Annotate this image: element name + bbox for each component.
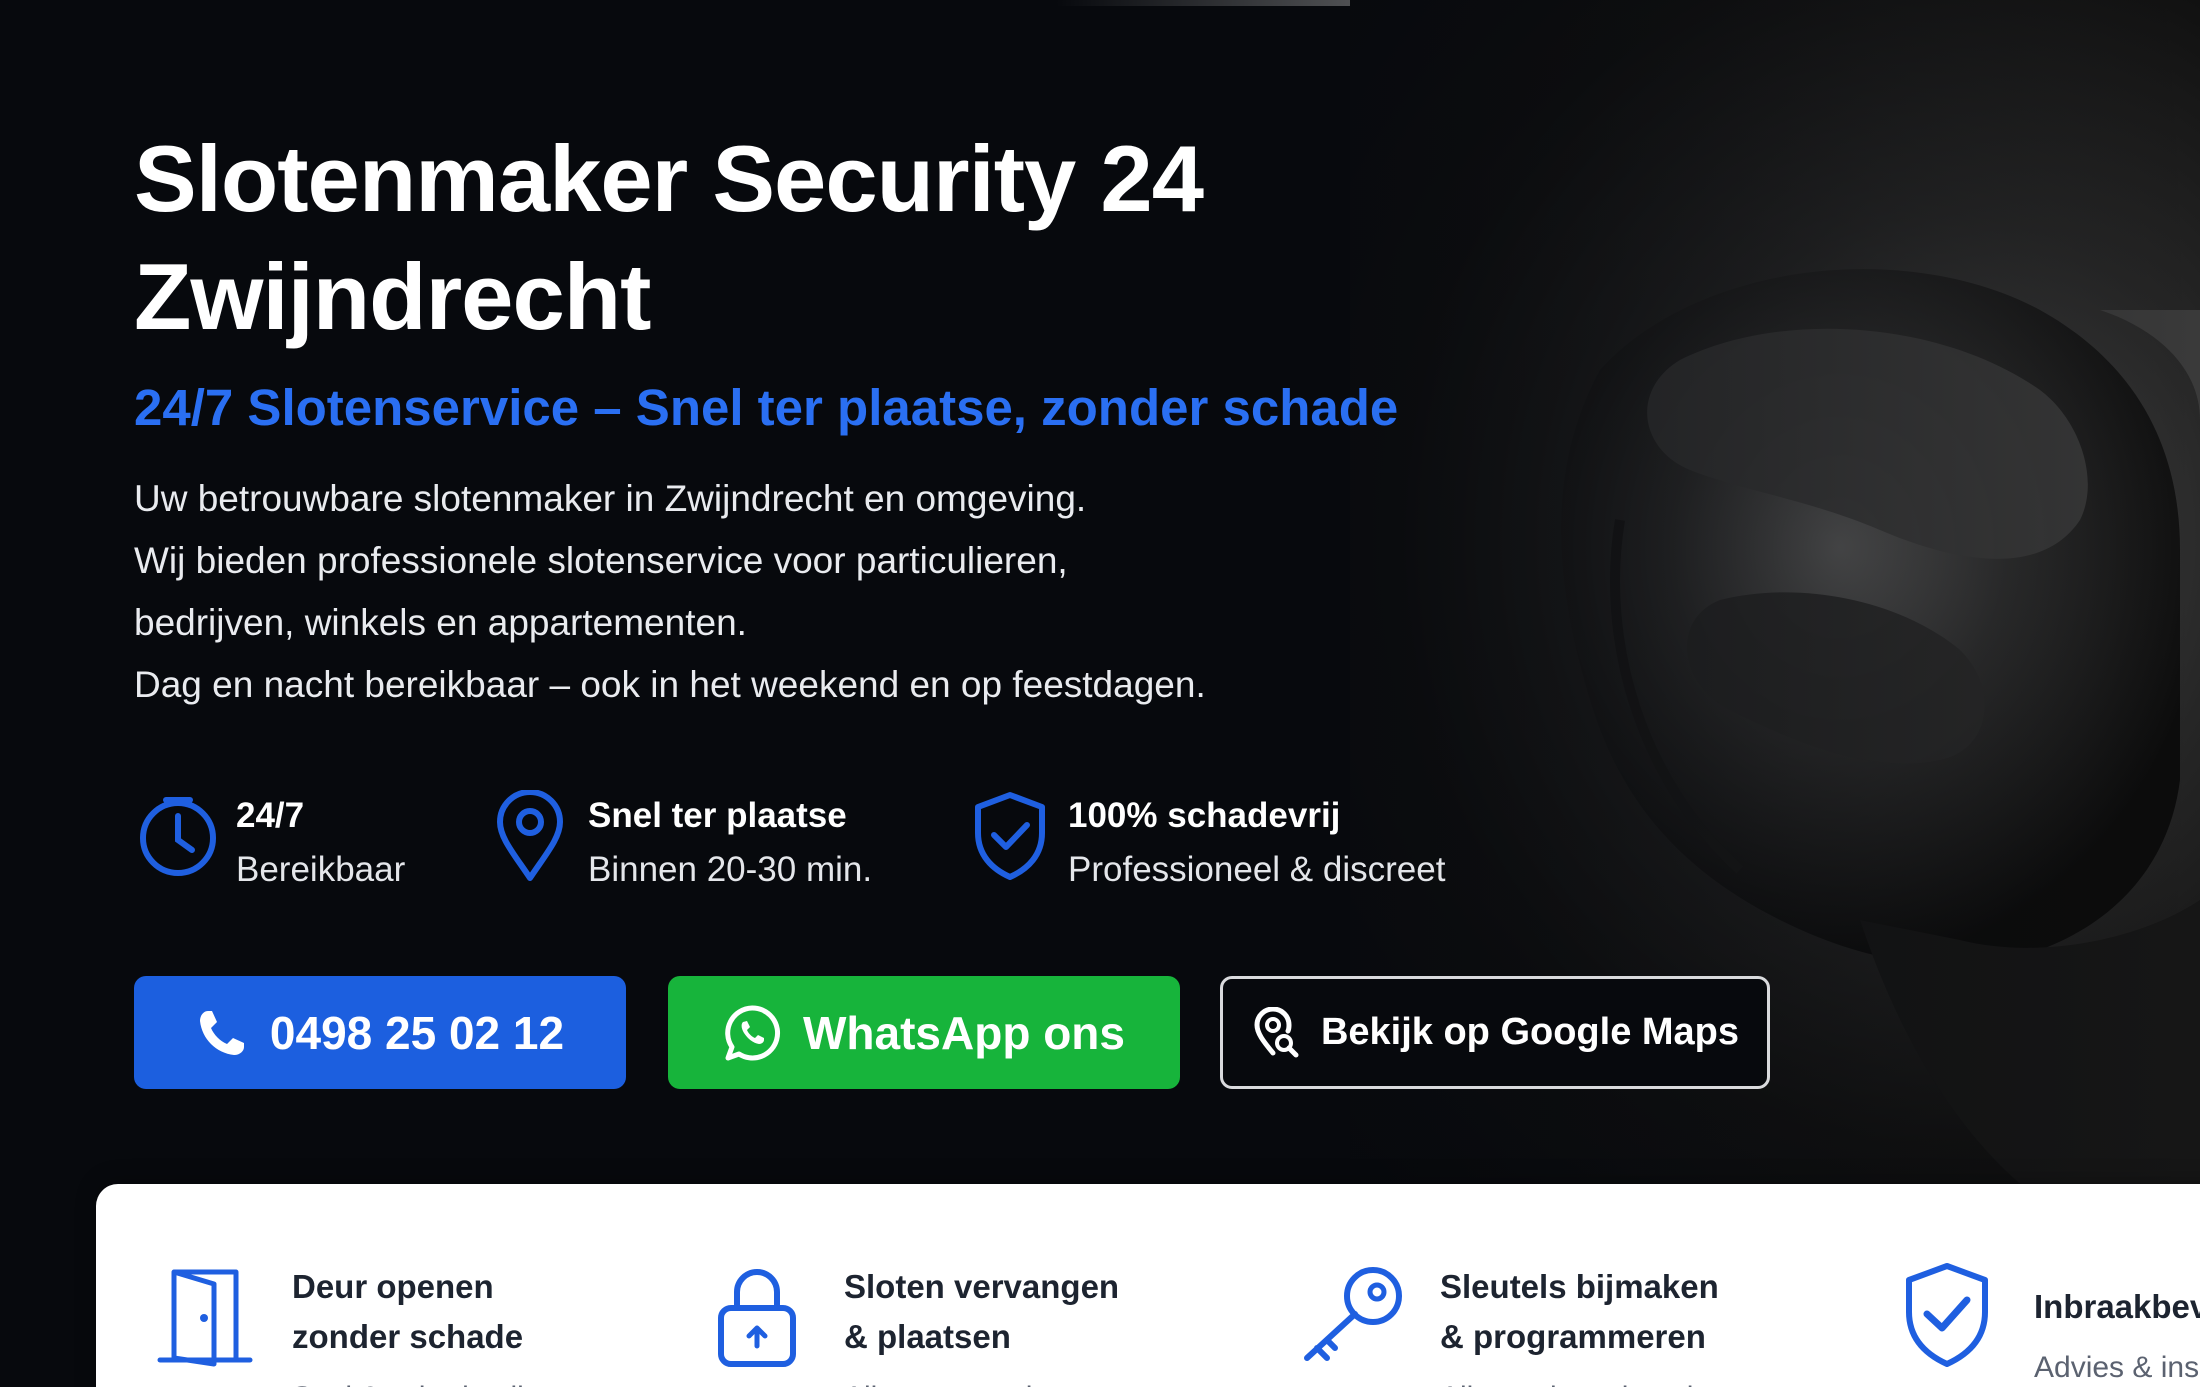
- intro-line: bedrijven, winkels en appartementen.: [134, 602, 747, 643]
- service-title: Sleutels bijmaken & programmeren: [1440, 1262, 1719, 1362]
- page-title: Slotenmaker Security 24 Zwijndrecht: [134, 120, 1634, 356]
- call-button-label: 0498 25 02 12: [269, 1006, 565, 1059]
- feature-list: 24/7 Bereikbaar Snel ter plaatse Binnen …: [134, 790, 1526, 898]
- intro-line: Dag en nacht bereikbaar – ook in het wee…: [134, 664, 1206, 705]
- service-title-line: Sloten vervangen: [844, 1268, 1120, 1305]
- service-key-duplication[interactable]: Sleutels bijmaken & programmeren Alle me…: [1288, 1184, 1719, 1387]
- title-line-2: Zwijndrecht: [134, 244, 651, 349]
- hero-content: Slotenmaker Security 24 Zwijndrecht 24/7…: [134, 120, 1634, 716]
- service-description: Snel & schadevrij: [292, 1376, 524, 1387]
- feature-title: 100% schadevrij: [1068, 796, 1341, 835]
- call-button[interactable]: 0498 25 02 12: [134, 976, 626, 1089]
- google-maps-button-label: Bekijk op Google Maps: [1320, 1011, 1740, 1053]
- service-title-line: & programmeren: [1440, 1318, 1706, 1355]
- services-card: Deur openen zonder schade Snel & schadev…: [96, 1184, 2200, 1387]
- feature-fast-arrival: Snel ter plaatse Binnen 20-30 min.: [486, 790, 966, 898]
- location-pin-icon: [486, 786, 574, 886]
- service-title-line: Sleutels bijmaken: [1440, 1268, 1719, 1305]
- key-icon: [1288, 1250, 1418, 1380]
- service-title-line: zonder schade: [292, 1318, 524, 1355]
- service-title: Inbraakbev: [2034, 1288, 2200, 1325]
- hero-intro: Uw betrouwbare slotenmaker in Zwijndrech…: [134, 468, 1634, 716]
- service-description: Alle soorten sloten: [844, 1376, 1119, 1387]
- service-description: Alle merken sleutels: [1440, 1376, 1719, 1387]
- clock-icon: [134, 786, 222, 886]
- feature-subtitle: Binnen 20-30 min.: [588, 850, 873, 889]
- service-title: Sloten vervangen & plaatsen: [844, 1262, 1119, 1362]
- intro-line: Wij bieden professionele slotenservice v…: [134, 540, 1068, 581]
- service-title-line: Deur openen: [292, 1268, 494, 1305]
- feature-damage-free: 100% schadevrij Professioneel & discreet: [966, 790, 1526, 898]
- service-title: Deur openen zonder schade: [292, 1262, 524, 1362]
- hero-section: Slotenmaker Security 24 Zwijndrecht 24/7…: [0, 0, 2200, 1387]
- feature-title: 24/7: [236, 796, 305, 835]
- shield-check-icon: [1882, 1250, 2012, 1380]
- feature-subtitle: Professioneel & discreet: [1068, 850, 1446, 889]
- hero-subtitle: 24/7 Slotenservice – Snel ter plaatse, z…: [134, 379, 1399, 436]
- intro-line: Uw betrouwbare slotenmaker in Zwijndrech…: [134, 478, 1087, 519]
- service-lock-replacement[interactable]: Sloten vervangen & plaatsen Alle soorten…: [692, 1184, 1119, 1387]
- door-icon: [140, 1250, 270, 1380]
- padlock-icon: [692, 1250, 822, 1380]
- service-door-opening[interactable]: Deur openen zonder schade Snel & schadev…: [140, 1184, 524, 1387]
- map-search-icon: [1251, 1006, 1299, 1059]
- shield-check-icon: [966, 786, 1054, 886]
- whatsapp-button[interactable]: WhatsApp ons: [668, 976, 1180, 1089]
- service-burglary-protection[interactable]: Inbraakbev Advies & ins: [1882, 1184, 2200, 1387]
- whatsapp-button-label: WhatsApp ons: [803, 1006, 1125, 1059]
- google-maps-button[interactable]: Bekijk op Google Maps: [1220, 976, 1770, 1089]
- title-line-1: Slotenmaker Security 24: [134, 126, 1204, 231]
- feature-title: Snel ter plaatse: [588, 796, 847, 835]
- service-description: Advies & ins: [2034, 1351, 2200, 1384]
- feature-24-7: 24/7 Bereikbaar: [134, 790, 494, 898]
- feature-subtitle: Bereikbaar: [236, 850, 406, 889]
- service-title-line: & plaatsen: [844, 1318, 1011, 1355]
- phone-icon: [196, 1007, 248, 1059]
- whatsapp-icon: [723, 1004, 781, 1062]
- cta-buttons: 0498 25 02 12 WhatsApp ons Bekijk op Goo…: [134, 976, 1770, 1089]
